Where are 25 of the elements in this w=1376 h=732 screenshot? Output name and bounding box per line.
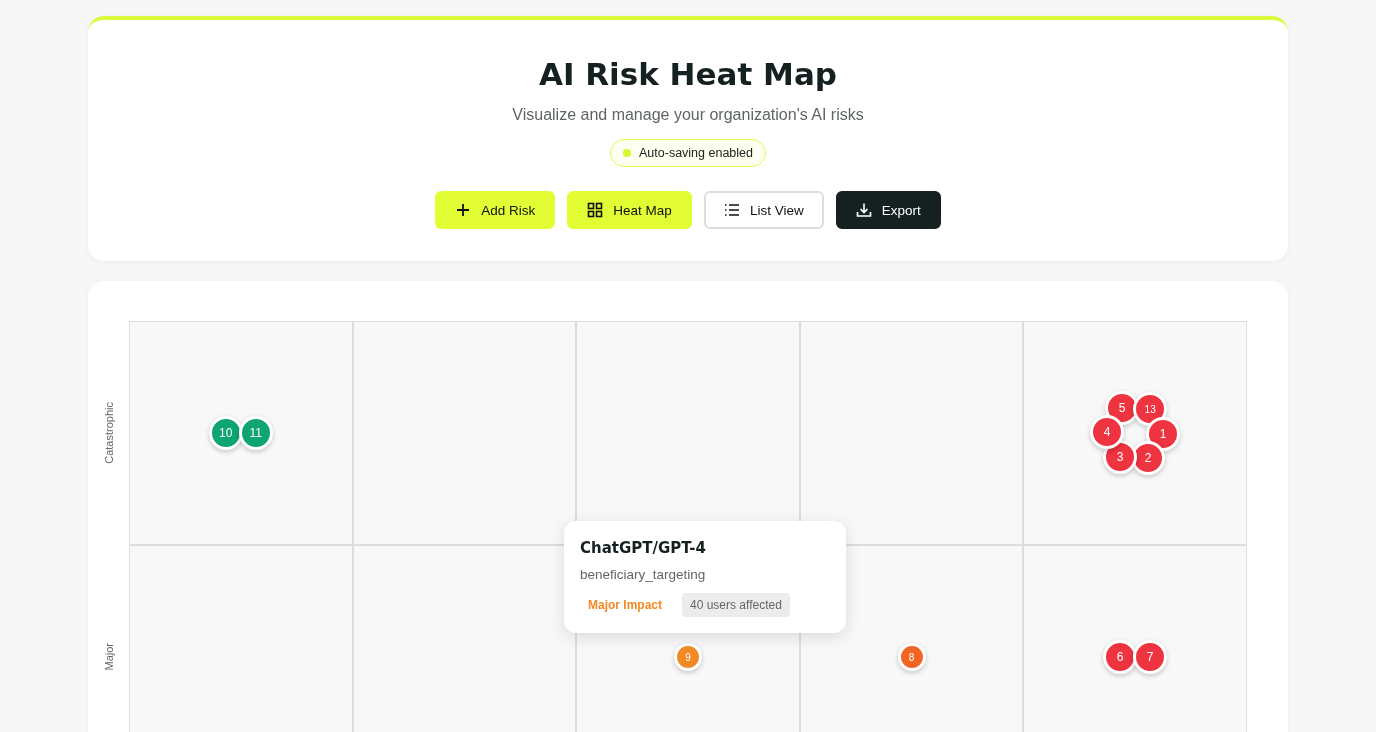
risk-marker[interactable]: 13: [1133, 392, 1168, 426]
risk-marker[interactable]: 10: [208, 416, 243, 450]
risk-marker[interactable]: 4: [1090, 415, 1125, 449]
impact-axis-label: Major: [102, 643, 115, 671]
page-title: AI Risk Heat Map: [538, 56, 838, 92]
export-button[interactable]: Export: [835, 191, 941, 229]
status-dot-icon: [623, 149, 631, 157]
add-risk-button[interactable]: Add Risk: [435, 191, 556, 229]
risk-marker[interactable]: 9: [674, 643, 702, 671]
status-label: Auto-saving enabled: [639, 146, 753, 160]
risk-marker[interactable]: 7: [1133, 640, 1168, 674]
risk-marker[interactable]: 11: [238, 416, 273, 450]
view-toggle-button[interactable]: List View: [703, 191, 824, 229]
grid-icon: [587, 202, 604, 218]
tooltip-title: ChatGPT/GPT-4: [580, 539, 707, 557]
impact-axis-label: Catastrophic: [102, 402, 115, 464]
download-icon: [855, 202, 872, 218]
risk-marker[interactable]: 8: [897, 643, 926, 671]
impact-label: Major Impact: [587, 598, 662, 612]
page-subtitle: Visualize and manage your organization's AI risks: [512, 106, 864, 124]
users-affected-tag: 40 users affected: [682, 593, 790, 617]
list-icon: [723, 202, 740, 218]
tooltip-category: beneficiary_targeting: [580, 567, 707, 582]
plus-icon: [455, 202, 472, 218]
view-toggle-button[interactable]: Heat Map: [567, 191, 692, 229]
